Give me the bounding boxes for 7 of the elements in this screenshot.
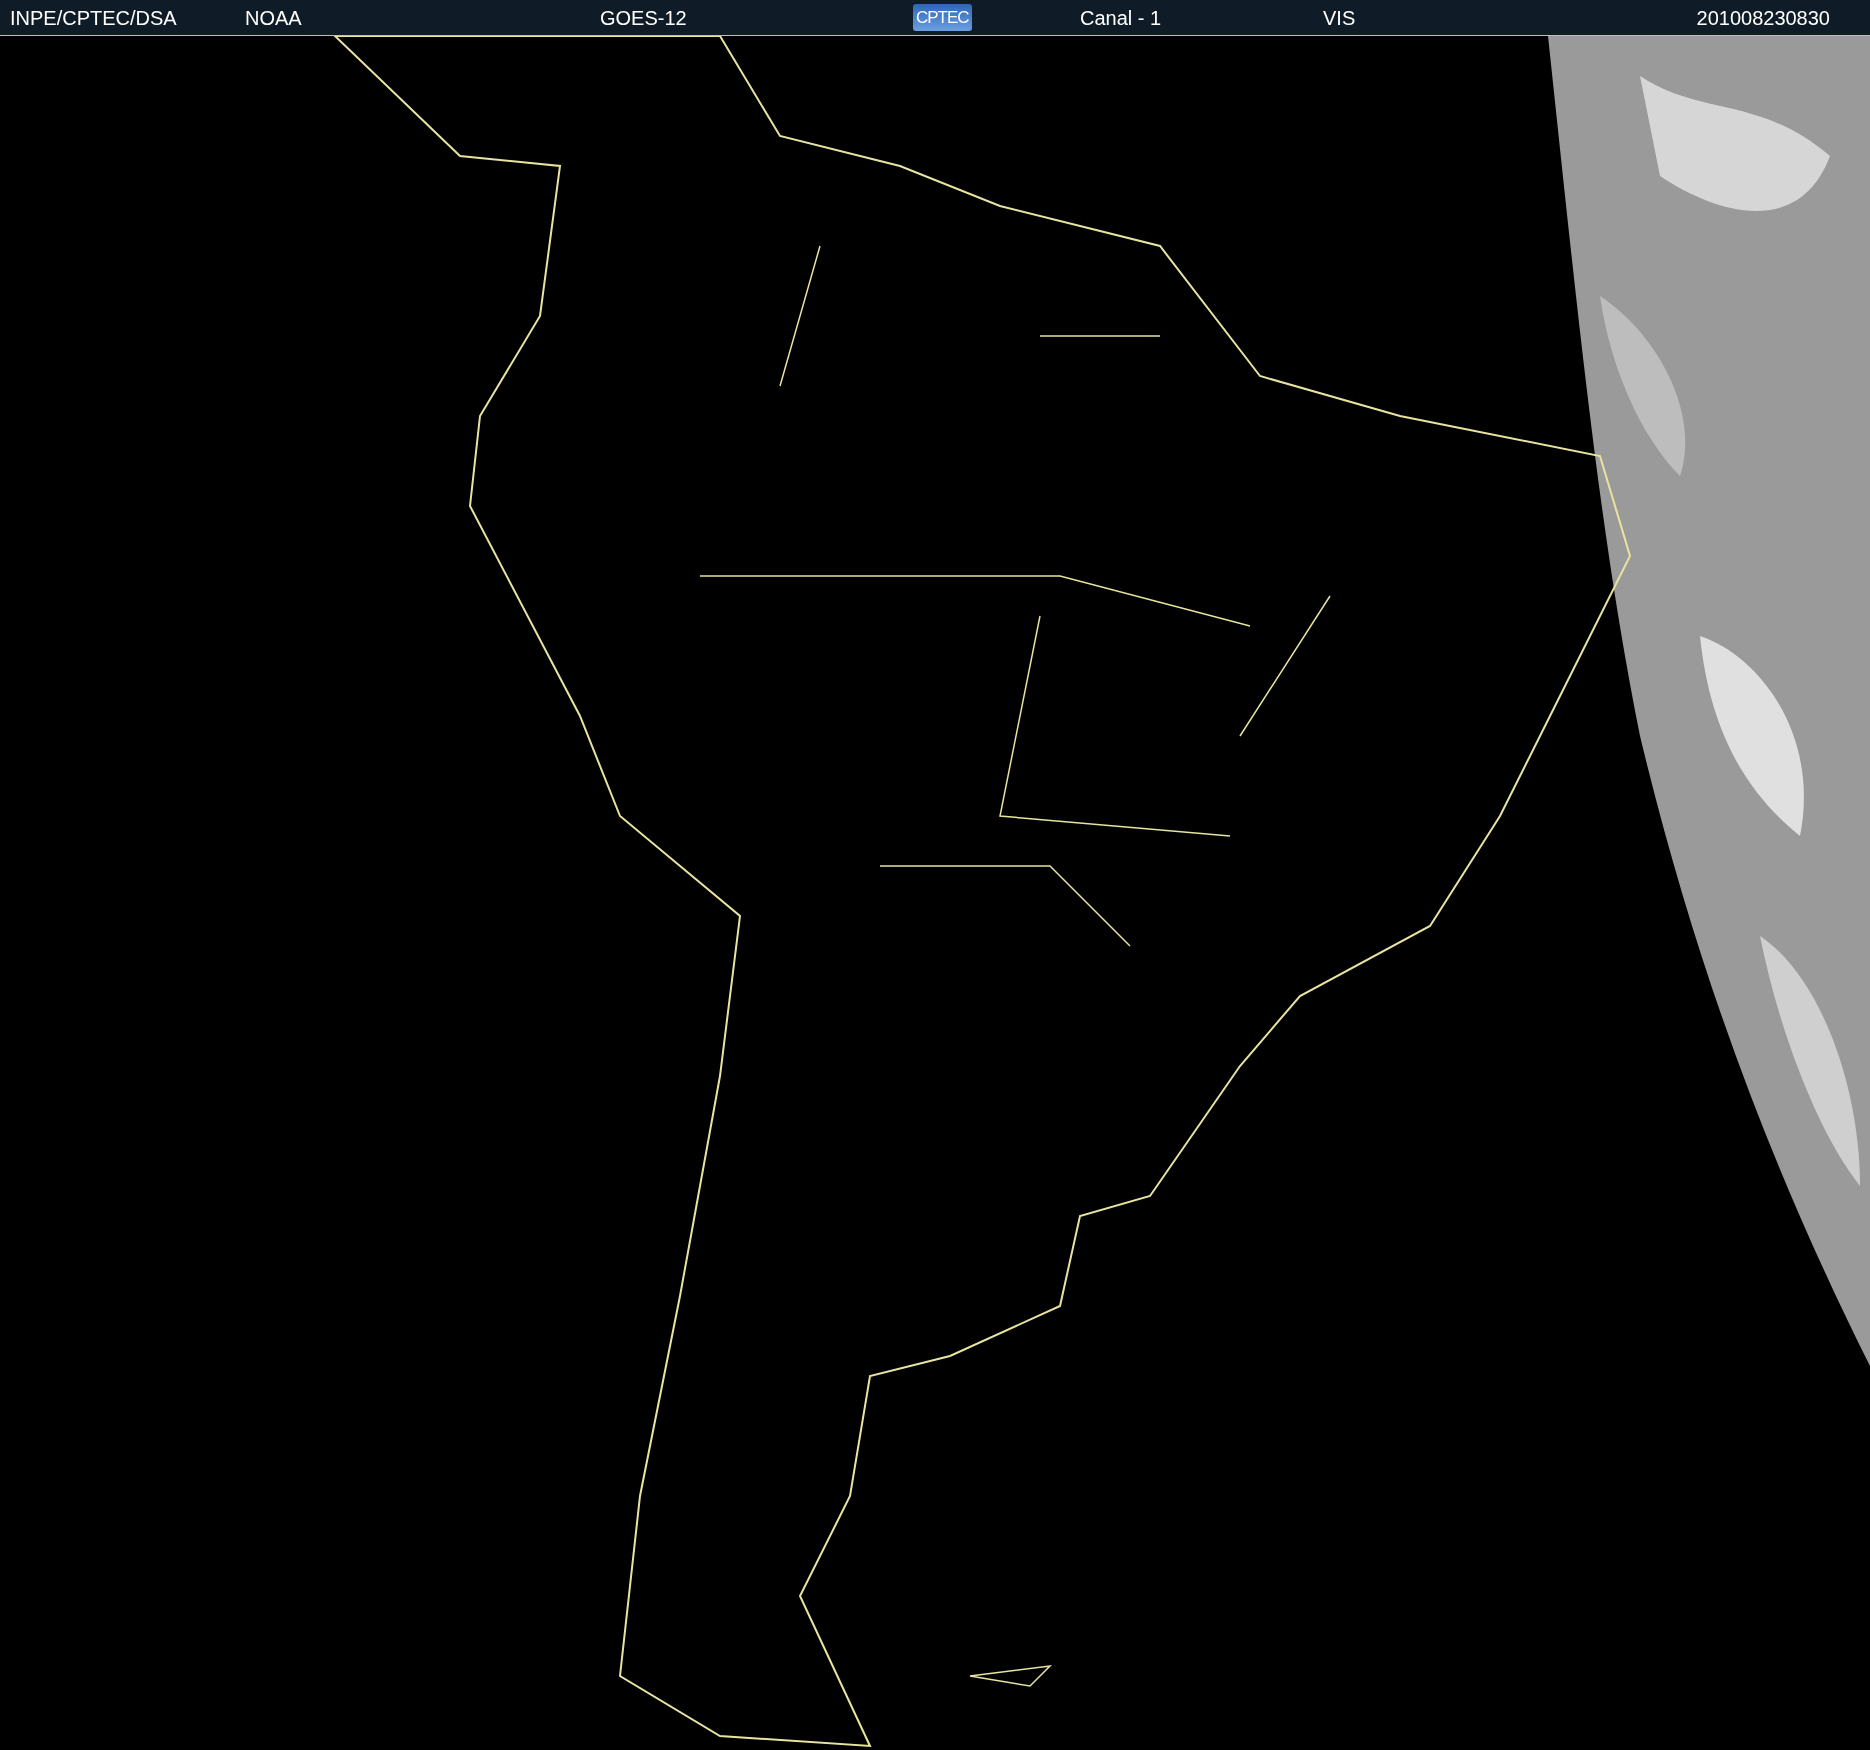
band-label: VIS <box>1323 5 1357 31</box>
timestamp-label: 201008230830 <box>1696 5 1830 31</box>
logo: CPTEC <box>913 3 972 32</box>
satellite-label: GOES-12 <box>600 5 688 31</box>
agency-label: NOAA <box>245 5 303 31</box>
source-label: INPE/CPTEC/DSA <box>10 5 178 31</box>
channel-label: Canal - 1 <box>1080 5 1163 31</box>
